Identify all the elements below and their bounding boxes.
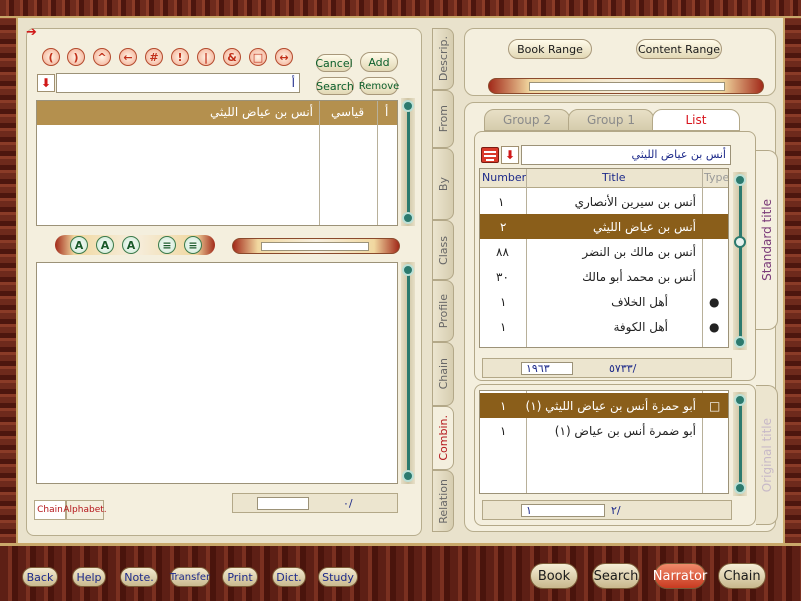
align-right-icon[interactable]: ≡ [184, 236, 202, 254]
list-status-current[interactable]: ١٩٦٣ [521, 362, 573, 375]
pipe-icon[interactable]: | [197, 48, 215, 66]
left-lower-scrollbar[interactable] [401, 262, 415, 484]
left-ornament-frame [0, 18, 18, 543]
sub-list-scrollbar[interactable] [733, 392, 747, 496]
search-button[interactable]: Search [316, 77, 354, 95]
tab-standard-title[interactable]: Standard title [756, 150, 778, 330]
narrator-button[interactable]: Narrator [653, 563, 707, 589]
left-table-header-type[interactable]: قياسي [331, 105, 364, 119]
align-left-icon[interactable]: ≡ [158, 236, 176, 254]
tab-group-1[interactable]: Group 1 [568, 109, 654, 131]
font-bold-icon[interactable]: A [96, 236, 114, 254]
list-dropdown-arrow-icon[interactable]: ⬇ [501, 146, 519, 164]
top-ornament-frame [0, 0, 801, 18]
column-type[interactable]: Type [704, 171, 728, 184]
remove-button[interactable]: Remove [359, 77, 399, 95]
list-search-input[interactable]: أنس بن عياض الليثي [521, 145, 731, 165]
content-range-button[interactable]: Content Range [636, 39, 722, 59]
note-button[interactable]: Note. [120, 567, 158, 587]
bullet-icon: ● [709, 294, 720, 309]
sub-status-bar: ١ ٢/ [482, 500, 732, 520]
study-button[interactable]: Study [318, 567, 358, 587]
close-paren-icon[interactable]: ) [67, 48, 85, 66]
tab-group-2[interactable]: Group 2 [484, 109, 570, 131]
list-item[interactable]: ٣٠ أنس بن محمد أبو مالك [480, 264, 728, 289]
keyboard-icon[interactable] [481, 147, 499, 163]
tab-descrip[interactable]: Descrip. [432, 28, 454, 90]
transfer-button[interactable]: Transfer [170, 567, 210, 587]
tab-from[interactable]: From [432, 90, 454, 148]
tab-list[interactable]: List [652, 109, 740, 131]
chain-button[interactable]: Chain [718, 563, 766, 589]
right-range-slider[interactable] [488, 78, 764, 94]
list-item[interactable]: ١ أنس بن سيرين الأنصاري [480, 189, 728, 214]
book-button[interactable]: Book [530, 563, 578, 589]
left-table-header-title[interactable]: أنس بن عياض الليثي [210, 105, 313, 119]
caret-icon[interactable]: ^ [93, 48, 111, 66]
list-table-header: Number Title Type [480, 169, 728, 188]
help-button[interactable]: Help [72, 567, 106, 587]
add-button[interactable]: Add [360, 52, 398, 72]
narrator-list-table[interactable]: Number Title Type ١ أنس بن سيرين الأنصار… [479, 168, 729, 348]
tab-by[interactable]: By [432, 148, 454, 220]
list-status-total: ٥٧٣٣/ [609, 362, 637, 375]
hash-icon[interactable]: # [145, 48, 163, 66]
left-lower-range-slider[interactable] [232, 238, 400, 254]
left-counter-input[interactable] [257, 497, 309, 510]
tab-relation[interactable]: Relation [432, 470, 454, 532]
arrow-right-icon[interactable]: ➔ [26, 25, 37, 40]
sub-status-total: ٢/ [611, 504, 621, 517]
list-status-bar: ١٩٦٣ ٥٧٣٣/ [482, 358, 732, 378]
open-paren-icon[interactable]: ( [42, 48, 60, 66]
list-item[interactable]: ١ أهل الخلاف ● [480, 289, 728, 314]
tab-chain[interactable]: Chain [34, 500, 66, 520]
tab-alphabet[interactable]: Alphabet. [63, 500, 107, 520]
print-button[interactable]: Print [222, 567, 258, 587]
book-range-button[interactable]: Book Range [508, 39, 592, 59]
bullet-icon: ● [709, 319, 720, 334]
ampersand-icon[interactable]: & [223, 48, 241, 66]
checkbox-icon[interactable]: □ [709, 393, 720, 418]
original-title-table[interactable]: ١ أبو حمزة أنس بن عياض الليثي (١) □ ١ أب… [479, 390, 729, 494]
list-search-value: أنس بن عياض الليثي [631, 148, 726, 161]
left-upper-scrollbar[interactable] [401, 98, 415, 226]
left-table-header-letter[interactable]: أ [385, 105, 388, 119]
swap-icon[interactable]: ↔ [275, 48, 293, 66]
dict-button[interactable]: Dict. [272, 567, 306, 587]
column-title[interactable]: Title [602, 171, 626, 184]
list-item[interactable]: ١ أبو حمزة أنس بن عياض الليثي (١) □ [480, 393, 728, 418]
left-bottom-tabs: Chain Alphabet. [34, 500, 107, 520]
sub-status-current[interactable]: ١ [521, 504, 605, 517]
square-icon[interactable]: □ [249, 48, 267, 66]
arrow-left-icon[interactable]: ← [119, 48, 137, 66]
left-table-header: أنس بن عياض الليثي قياسي أ [37, 101, 397, 125]
left-search-value: أ [291, 76, 295, 90]
exclamation-icon[interactable]: ! [171, 48, 189, 66]
back-button[interactable]: Back [22, 567, 58, 587]
list-item[interactable]: ١ أهل الكوفة ● [480, 314, 728, 339]
left-search-input[interactable]: أ [56, 73, 300, 93]
column-number[interactable]: Number [482, 171, 526, 184]
list-item[interactable]: ١ أبو ضمرة أنس بن عياض (١) [480, 418, 728, 443]
dropdown-arrow-icon[interactable]: ⬇ [37, 74, 55, 92]
list-scrollbar[interactable] [733, 172, 747, 350]
tab-chain-vertical[interactable]: Chain [432, 342, 454, 406]
tab-profile[interactable]: Profile [432, 280, 454, 342]
tab-class[interactable]: Class [432, 220, 454, 280]
left-counter-value: ٠/ [343, 497, 353, 510]
right-ornament-frame [783, 18, 801, 543]
cancel-button[interactable]: Cancel [315, 54, 353, 72]
search-mode-button[interactable]: Search [592, 563, 640, 589]
list-item[interactable]: ٢ أنس بن عياض الليثي [480, 214, 728, 239]
font-size-icon[interactable]: A [70, 236, 88, 254]
tab-combin[interactable]: Combin. [432, 406, 454, 470]
left-counter: ٠/ [232, 493, 398, 513]
left-criteria-table[interactable]: أنس بن عياض الليثي قياسي أ [36, 100, 398, 226]
list-item[interactable]: ٨٨ أنس بن مالك بن النضر [480, 239, 728, 264]
font-color-icon[interactable]: A [122, 236, 140, 254]
tab-original-title[interactable]: Original title [756, 385, 778, 525]
left-result-area[interactable] [36, 262, 398, 484]
